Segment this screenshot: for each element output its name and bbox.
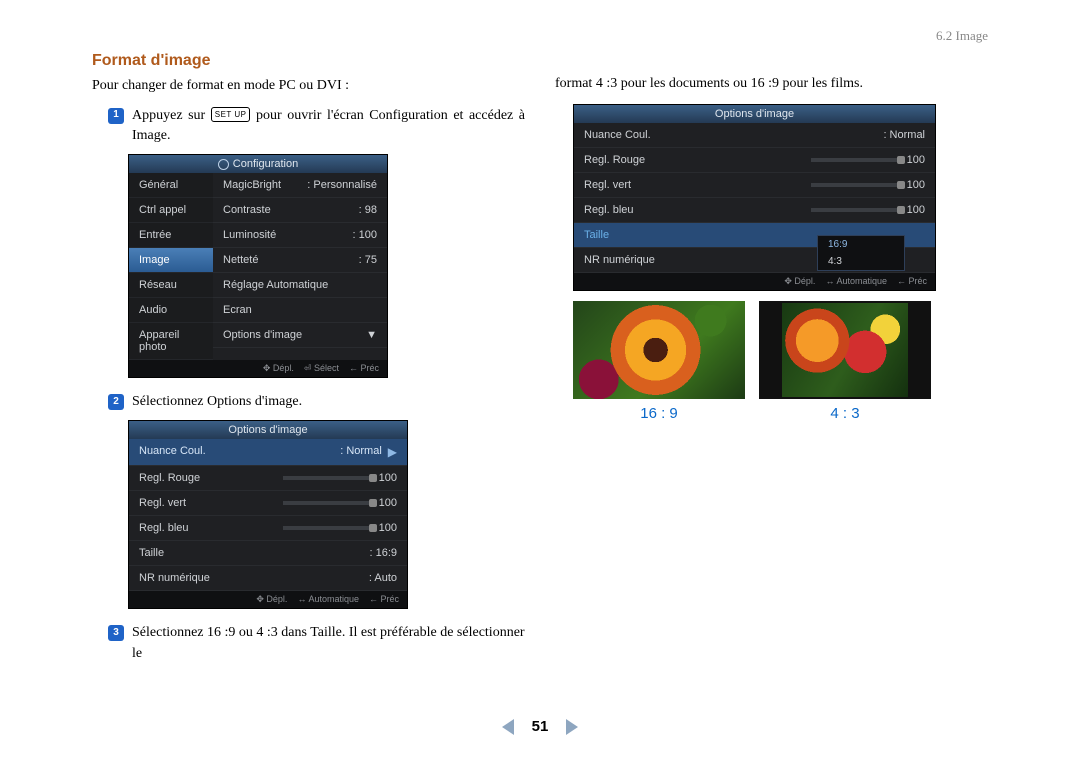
osd-sidebar: Général Ctrl appel Entrée Image Réseau A… bbox=[129, 173, 213, 360]
popup-option: 4:3 bbox=[818, 253, 904, 270]
step-bullet: 3 bbox=[108, 625, 124, 641]
setup-key-icon: SET UP bbox=[211, 107, 251, 123]
osd-options-taille-screenshot: Options d'image Nuance Coul.: Normal Reg… bbox=[573, 104, 936, 291]
step-bullet: 2 bbox=[108, 394, 124, 410]
next-page-icon[interactable] bbox=[566, 719, 578, 735]
sidebar-item: Général bbox=[129, 173, 213, 198]
step-bullet: 1 bbox=[108, 108, 124, 124]
ratio-label-169: 16 : 9 bbox=[573, 405, 745, 422]
step-2: 2 Sélectionnez Options d'image. bbox=[108, 392, 525, 412]
osd-title: Options d'image bbox=[715, 108, 794, 120]
osd-main-panel: MagicBright: Personnalisé Contraste: 98 … bbox=[213, 173, 387, 360]
prev-page-icon[interactable] bbox=[502, 719, 514, 735]
osd-configuration-screenshot: Configuration Général Ctrl appel Entrée … bbox=[128, 154, 388, 378]
sample-16-9: 16 : 9 bbox=[573, 301, 745, 422]
page-number: 51 bbox=[532, 718, 549, 735]
osd-footer: ✥ Dépl.⏎ Sélect← Préc bbox=[129, 360, 387, 377]
left-column: Format d'image Pour changer de format en… bbox=[92, 52, 525, 670]
osd-title: Configuration bbox=[233, 158, 298, 170]
gear-icon bbox=[218, 159, 229, 170]
step-1: 1 Appuyez sur SET UP pour ouvrir l'écran… bbox=[108, 106, 525, 147]
popup-option-selected: 16:9 bbox=[818, 236, 904, 253]
step-3: 3 Sélectionnez 16 :9 ou 4 :3 dans Taille… bbox=[108, 623, 525, 664]
sidebar-item: Réseau bbox=[129, 273, 213, 298]
step1-text-a: Appuyez sur bbox=[132, 108, 211, 123]
right-column: format 4 :3 pour les documents ou 16 :9 … bbox=[555, 52, 988, 670]
osd-title: Options d'image bbox=[228, 424, 307, 436]
section-title: Format d'image bbox=[92, 52, 525, 70]
sidebar-item: Entrée bbox=[129, 223, 213, 248]
osd-options-screenshot: Options d'image Nuance Coul.: Normal▶ Re… bbox=[128, 420, 408, 609]
sample-4-3: 4 : 3 bbox=[759, 301, 931, 422]
sidebar-item: Appareil photo bbox=[129, 323, 213, 360]
step3-continuation: format 4 :3 pour les documents ou 16 :9 … bbox=[555, 74, 988, 94]
chevron-right-icon: ▶ bbox=[388, 445, 397, 459]
ratio-label-43: 4 : 3 bbox=[759, 405, 931, 422]
page-footer: 51 bbox=[0, 718, 1080, 735]
taille-popup: 16:9 4:3 bbox=[817, 235, 905, 271]
sidebar-item-selected: Image bbox=[129, 248, 213, 273]
flower-image bbox=[573, 301, 745, 399]
step3-text: Sélectionnez 16 :9 ou 4 :3 dans Taille. … bbox=[132, 623, 525, 664]
intro-text: Pour changer de format en mode PC ou DVI… bbox=[92, 76, 525, 96]
sidebar-item: Audio bbox=[129, 298, 213, 323]
flower-image bbox=[782, 303, 908, 397]
breadcrumb: 6.2 Image bbox=[92, 28, 988, 44]
step2-text: Sélectionnez Options d'image. bbox=[132, 392, 525, 412]
sidebar-item: Ctrl appel bbox=[129, 198, 213, 223]
